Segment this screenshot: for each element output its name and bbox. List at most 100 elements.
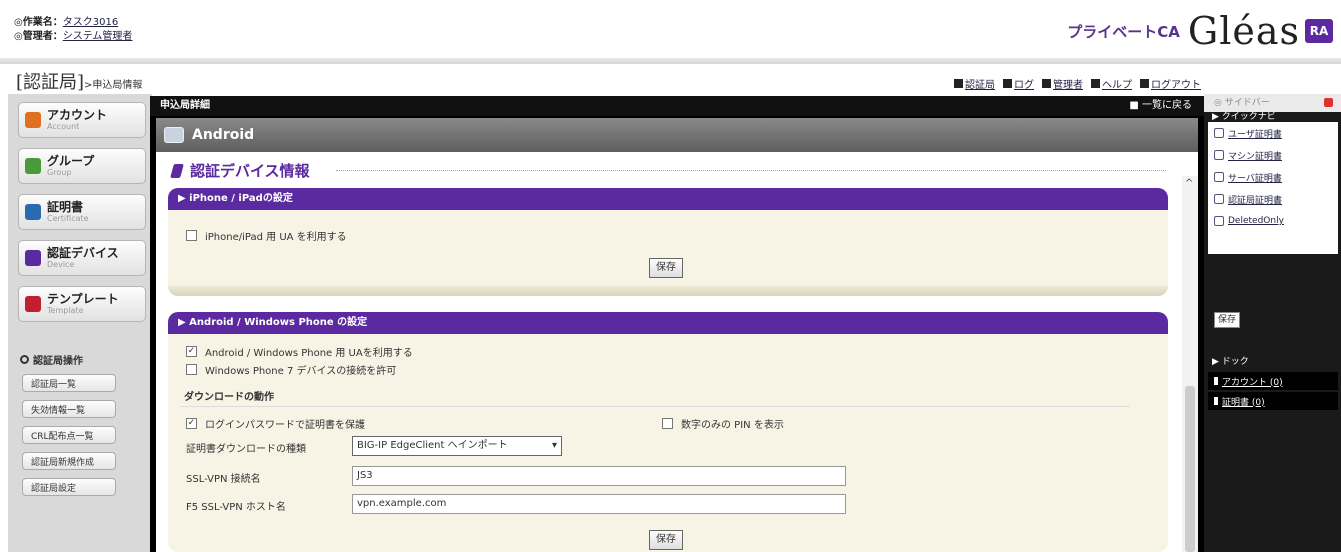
breadcrumb-sub: >申込局情報 — [84, 80, 143, 91]
nav-group-sub: Group — [47, 168, 72, 177]
android-settings-heading: ▶ Android / Windows Phone の設定 — [168, 312, 1168, 334]
admin-link[interactable]: システム管理者 — [63, 31, 133, 42]
square-icon — [1042, 79, 1051, 88]
wp7-label: Windows Phone 7 デバイスの接続を許可 — [205, 366, 397, 377]
square-icon — [1091, 79, 1100, 88]
back-to-list-label[interactable]: 一覧に戻る — [1142, 100, 1192, 111]
f5-host-label: F5 SSL-VPN ホスト名 — [186, 502, 286, 513]
iphone-ua-checkbox[interactable] — [186, 230, 197, 241]
toplink-ca-label[interactable]: 認証局 — [965, 76, 995, 91]
gleas-logo: Gléas — [1187, 9, 1300, 53]
ca-cert-icon — [1214, 194, 1224, 204]
content-scrollbar[interactable]: ^ — [1182, 176, 1198, 552]
toplink-log-label[interactable]: ログ — [1014, 76, 1034, 91]
op-ca-settings-button[interactable]: 認証局設定 — [22, 478, 116, 496]
quicknav-server-cert[interactable]: サーバ証明書 — [1208, 166, 1338, 188]
nav-certificate-button[interactable]: 証明書 Certificate — [18, 194, 146, 230]
dock-account-label[interactable]: アカウント (0) — [1222, 375, 1283, 388]
nav-template-sub: Template — [47, 306, 84, 315]
toplink-log[interactable]: ログ — [1003, 76, 1034, 91]
wp7-checkbox[interactable] — [186, 364, 197, 375]
download-type-label: 証明書ダウンロードの種類 — [186, 444, 306, 455]
square-icon — [1003, 79, 1012, 88]
square-icon — [954, 79, 963, 88]
quicknav-user-cert-label[interactable]: ユーザ証明書 — [1228, 127, 1282, 140]
protect-password-row: ✓ ログインパスワードで証明書を保護 — [186, 416, 365, 431]
ra-badge: RA — [1305, 19, 1333, 43]
back-to-list-link[interactable]: ■ 一覧に戻る — [1129, 96, 1192, 116]
op-ca-create-button[interactable]: 認証局新規作成 — [22, 452, 116, 470]
task-label: ◎作業名： — [14, 17, 63, 28]
nav-group-label: グループ — [47, 154, 95, 168]
nav-device-button[interactable]: 認証デバイス Device — [18, 240, 146, 276]
private-ca-label: プライベートCA — [1067, 22, 1180, 41]
toplink-help-label[interactable]: ヘルプ — [1102, 76, 1132, 91]
quicknav-deleted-only-label[interactable]: DeletedOnly — [1228, 216, 1284, 226]
device-title-icon — [164, 127, 184, 143]
device-title-bar: Android — [156, 118, 1198, 152]
folder-icon — [1214, 216, 1224, 226]
iphone-ua-label: iPhone/iPad 用 UA を利用する — [205, 232, 347, 243]
scroll-up-icon[interactable]: ^ — [1185, 178, 1193, 189]
dock-certificate[interactable]: 証明書 (0) — [1208, 392, 1338, 410]
sslvpn-name-label: SSL-VPN 接続名 — [186, 474, 261, 485]
download-heading: ダウンロードの動作 — [184, 392, 274, 403]
toplink-admin-label[interactable]: 管理者 — [1053, 76, 1083, 91]
group-icon — [25, 158, 41, 174]
toplink-help[interactable]: ヘルプ — [1091, 76, 1132, 91]
quicknav-deleted-only[interactable]: DeletedOnly — [1208, 210, 1338, 232]
quicknav-ca-cert-label[interactable]: 認証局証明書 — [1228, 193, 1282, 206]
iphone-box-footer — [168, 286, 1168, 296]
header-info: ◎作業名：タスク3016 ◎管理者：システム管理者 — [14, 16, 132, 44]
op-revocation-list-button[interactable]: 失効情報一覧 — [22, 400, 116, 418]
dock-heading: ▶ ドック — [1212, 357, 1249, 367]
nav-group-button[interactable]: グループ Group — [18, 148, 146, 184]
task-link[interactable]: タスク3016 — [63, 17, 118, 28]
section-heading: 認証デバイス情報 — [170, 160, 310, 181]
android-ua-label: Android / Windows Phone 用 UAを利用する — [205, 348, 413, 359]
wp7-row: Windows Phone 7 デバイスの接続を許可 — [186, 362, 396, 377]
protect-password-label: ログインパスワードで証明書を保護 — [205, 420, 365, 431]
breadcrumb-main[interactable]: [認証局] — [16, 72, 84, 93]
op-ca-list-button[interactable]: 認証局一覧 — [22, 374, 116, 392]
close-icon[interactable] — [1324, 98, 1333, 107]
quicknav-ca-cert[interactable]: 認証局証明書 — [1208, 188, 1338, 210]
quicknav-server-cert-label[interactable]: サーバ証明書 — [1228, 171, 1282, 184]
toplink-ca[interactable]: 認証局 — [954, 76, 995, 91]
section-title: 認証デバイス情報 — [190, 162, 310, 180]
brand: プライベートCA Gléas RA — [1067, 9, 1333, 53]
right-sidebar: ◎ サイドバー ▶ クイックナビ ユーザ証明書 マシン証明書 サーバ証明書 認証… — [1204, 94, 1341, 552]
admin-label: ◎管理者： — [14, 31, 63, 42]
dock-certificate-label[interactable]: 証明書 (0) — [1222, 395, 1265, 408]
toplink-admin[interactable]: 管理者 — [1042, 76, 1083, 91]
numeric-pin-checkbox[interactable] — [662, 418, 673, 429]
iphone-ua-row: iPhone/iPad 用 UA を利用する — [186, 228, 347, 243]
toplink-logout[interactable]: ログアウト — [1140, 76, 1201, 91]
numeric-pin-label: 数字のみの PIN を表示 — [681, 420, 784, 431]
op-crl-dp-list-button[interactable]: CRL配布点一覧 — [22, 426, 116, 444]
protect-password-checkbox[interactable]: ✓ — [186, 418, 197, 429]
nav-device-sub: Device — [47, 260, 75, 269]
numeric-pin-row: 数字のみの PIN を表示 — [662, 416, 784, 431]
android-ua-checkbox[interactable]: ✓ — [186, 346, 197, 357]
sidebar-save-button[interactable]: 保存 — [1214, 312, 1240, 328]
device-title: Android — [192, 127, 255, 143]
quicknav-machine-cert[interactable]: マシン証明書 — [1208, 144, 1338, 166]
breadcrumb: [認証局]>申込局情報 — [16, 68, 142, 94]
scrollbar-thumb[interactable] — [1185, 386, 1195, 552]
circle-icon — [20, 355, 29, 364]
quicknav-machine-cert-label[interactable]: マシン証明書 — [1228, 149, 1282, 162]
iphone-save-button[interactable]: 保存 — [649, 258, 683, 278]
android-save-button[interactable]: 保存 — [649, 530, 683, 550]
dock-account[interactable]: アカウント (0) — [1208, 372, 1338, 390]
quicknav-user-cert[interactable]: ユーザ証明書 — [1208, 122, 1338, 144]
device-icon — [25, 250, 41, 266]
f5-host-input[interactable]: vpn.example.com — [352, 494, 846, 514]
download-type-select[interactable]: BIG-IP EdgeClient へインポート ▾ — [352, 436, 562, 456]
machine-cert-icon — [1214, 150, 1224, 160]
nav-template-button[interactable]: テンプレート Template — [18, 286, 146, 322]
server-cert-icon — [1214, 172, 1224, 182]
nav-account-button[interactable]: アカウント Account — [18, 102, 146, 138]
toplink-logout-label[interactable]: ログアウト — [1151, 76, 1201, 91]
sslvpn-name-input[interactable]: JS3 — [352, 466, 846, 486]
